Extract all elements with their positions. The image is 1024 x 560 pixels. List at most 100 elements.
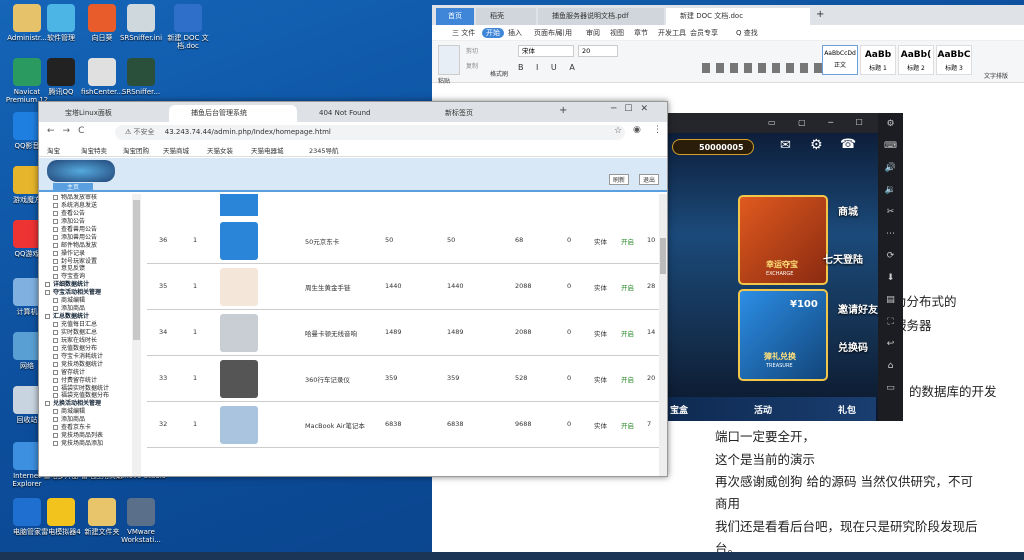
format-painter-button[interactable]: 格式刷: [490, 69, 508, 78]
tree-item[interactable]: 添加兽用公告: [39, 234, 140, 242]
table-row[interactable]: 32 1 MacBook Air笔记本 6838 6838 9688 0 实体 开启 7: [147, 402, 659, 448]
logout-button[interactable]: 退出: [639, 174, 659, 185]
tree-item[interactable]: 查看京东卡: [39, 424, 140, 432]
style-preset[interactable]: AaBbCcDd 正文: [822, 45, 858, 75]
bottom-box-button[interactable]: 宝盒: [670, 403, 688, 416]
bookmark[interactable]: 淘宝特卖: [81, 145, 107, 155]
window-controls[interactable]: ─☐✕: [611, 104, 656, 114]
side-menu-button[interactable]: 七天登陆: [823, 251, 863, 266]
tree-section[interactable]: 夺宝活动相关管理: [39, 289, 140, 297]
desktop-icon[interactable]: 新建 DOC 文档.doc: [163, 4, 213, 50]
rotate-icon[interactable]: ⟳: [878, 245, 903, 267]
cut-button[interactable]: 剪切: [466, 46, 478, 55]
menu-item[interactable]: Q 查找: [736, 28, 758, 38]
volume-up-icon[interactable]: 🔊: [878, 157, 903, 179]
back-icon[interactable]: ↩: [878, 333, 903, 355]
menu-item[interactable]: 视图: [610, 28, 624, 38]
lucky-treasure-banner[interactable]: 幸运夺宝 EXCHARGE: [738, 195, 828, 285]
tree-item[interactable]: 邮件物品发放: [39, 242, 140, 250]
tree-item[interactable]: 查看公告: [39, 210, 140, 218]
keyboard-icon[interactable]: ⌨: [878, 135, 903, 157]
tree-item[interactable]: 竞技场商品添加: [39, 440, 140, 448]
menu-icon[interactable]: ⋮: [653, 125, 662, 135]
text-layout-button[interactable]: 文字排版: [984, 71, 1008, 80]
tree-item[interactable]: 商城编辑: [39, 297, 140, 305]
tree-item[interactable]: 操作记录: [39, 250, 140, 258]
address-bar[interactable]: ⚠ 不安全 43.243.74.44/admin.php/Index/homep…: [115, 125, 625, 140]
wps-tab-home[interactable]: 首页: [436, 8, 474, 25]
tree-scrollbar[interactable]: [132, 194, 141, 476]
style-preset[interactable]: AaBbC 标题 3: [936, 45, 972, 75]
bookmark[interactable]: 淘宝: [47, 145, 60, 155]
side-menu-button[interactable]: 商城: [838, 203, 858, 218]
menu-item[interactable]: 引用: [558, 28, 572, 38]
side-menu-button[interactable]: 兑换码: [838, 339, 868, 354]
new-tab-button[interactable]: +: [559, 105, 567, 116]
tree-item[interactable]: 商城编辑: [39, 408, 140, 416]
tree-item[interactable]: 付费留存统计: [39, 377, 140, 385]
desktop-icon[interactable]: SRSniffer...: [116, 58, 166, 96]
bottom-activity-button[interactable]: 活动: [754, 403, 772, 416]
tree-item[interactable]: 封号玩家设置: [39, 258, 140, 266]
tree-item[interactable]: 物品发放审核: [39, 194, 140, 202]
tree-section[interactable]: 兑换活动相关管理: [39, 400, 140, 408]
font-size-select[interactable]: 20: [578, 45, 618, 57]
more-icon[interactable]: ⋯: [878, 223, 903, 245]
nav-buttons[interactable]: ←→C: [47, 126, 92, 136]
tree-item[interactable]: 添加商品: [39, 305, 140, 313]
copy-button[interactable]: 复制: [466, 61, 478, 70]
table-row[interactable]: 34 1 哈曼卡顿无线音响 1489 1489 2088 0 实体 开启 14: [147, 310, 659, 356]
gift-exchange-banner[interactable]: ¥100 獐礼兑换 TREASURE: [738, 289, 828, 381]
tree-item[interactable]: 充值数据分布: [39, 345, 140, 353]
tree-item[interactable]: 系统消息发送: [39, 202, 140, 210]
bookmark[interactable]: 淘宝团购: [123, 145, 149, 155]
tree-item[interactable]: 玩家在线时长: [39, 337, 140, 345]
desktop-icon[interactable]: VMware Workstati...: [116, 498, 166, 544]
tree-item[interactable]: 夺宝卡消耗统计: [39, 353, 140, 361]
wps-tab-docer[interactable]: 稻壳: [476, 8, 536, 25]
phone-icon[interactable]: ☎: [840, 137, 856, 152]
menu-item[interactable]: 审阅: [586, 28, 600, 38]
bottom-gift-button[interactable]: 礼包: [838, 403, 856, 416]
tree-item[interactable]: 添加公告: [39, 218, 140, 226]
profile-icon[interactable]: ◉: [633, 125, 641, 135]
font-style-buttons[interactable]: B I U A: [518, 63, 580, 72]
tab-bt-panel[interactable]: 宝塔Linux面板: [43, 105, 169, 122]
wps-tab-pdf[interactable]: 捕鱼服务器说明文档.pdf: [538, 8, 664, 25]
tree-item[interactable]: 竞技场数据统计: [39, 361, 140, 369]
table-row[interactable]: 36 1 50元京东卡 50 50 68 0 实体 开启 10: [147, 218, 659, 264]
tree-item[interactable]: 查看兽用公告: [39, 226, 140, 234]
tree-item[interactable]: 留存统计: [39, 369, 140, 377]
bookmark[interactable]: 2345导航: [309, 145, 339, 155]
menu-item[interactable]: 插入: [508, 28, 522, 38]
mail-icon[interactable]: ✉: [780, 138, 791, 153]
star-icon[interactable]: ☆: [614, 126, 622, 136]
tree-item[interactable]: 实时数据汇总: [39, 329, 140, 337]
style-preset[interactable]: AaBb(标题 2: [898, 45, 934, 75]
font-name-select[interactable]: 宋体: [518, 45, 574, 57]
paste-icon[interactable]: [438, 45, 460, 75]
tree-item[interactable]: 竞技场商品列表: [39, 432, 140, 440]
menu-item[interactable]: 会员专享: [690, 28, 718, 38]
screenshot-icon[interactable]: ✂: [878, 201, 903, 223]
game-screen[interactable]: 50000005 ✉ ⚙ ☎ 幸运夺宝 EXCHARGE ¥100 獐礼兑换 T…: [668, 133, 903, 421]
tab-admin[interactable]: 捕鱼后台管理系统: [169, 105, 297, 122]
menu-item[interactable]: 章节: [634, 28, 648, 38]
folder-icon[interactable]: ▤: [878, 289, 903, 311]
bookmark[interactable]: 天猫女装: [207, 145, 233, 155]
tree-item[interactable]: 添加商品: [39, 416, 140, 424]
home-tab[interactable]: 主页: [53, 183, 93, 192]
tree-item[interactable]: 充值每日汇总: [39, 321, 140, 329]
fullscreen-icon[interactable]: ⛶: [878, 311, 903, 333]
volume-down-icon[interactable]: 🔉: [878, 179, 903, 201]
tree-section[interactable]: 汇总数据统计: [39, 313, 140, 321]
tree-item[interactable]: 意见反馈: [39, 265, 140, 273]
paragraph-tools[interactable]: [702, 63, 822, 73]
table-scrollbar[interactable]: [659, 194, 667, 476]
gear-icon[interactable]: ⚙: [810, 137, 823, 153]
menu-item[interactable]: 开始: [482, 28, 504, 38]
style-preset[interactable]: AaBb 标题 1: [860, 45, 896, 75]
recent-icon[interactable]: ▭: [878, 377, 903, 399]
home-icon[interactable]: ⌂: [878, 355, 903, 377]
desktop-icon[interactable]: SRSniffer.ini: [116, 4, 166, 42]
